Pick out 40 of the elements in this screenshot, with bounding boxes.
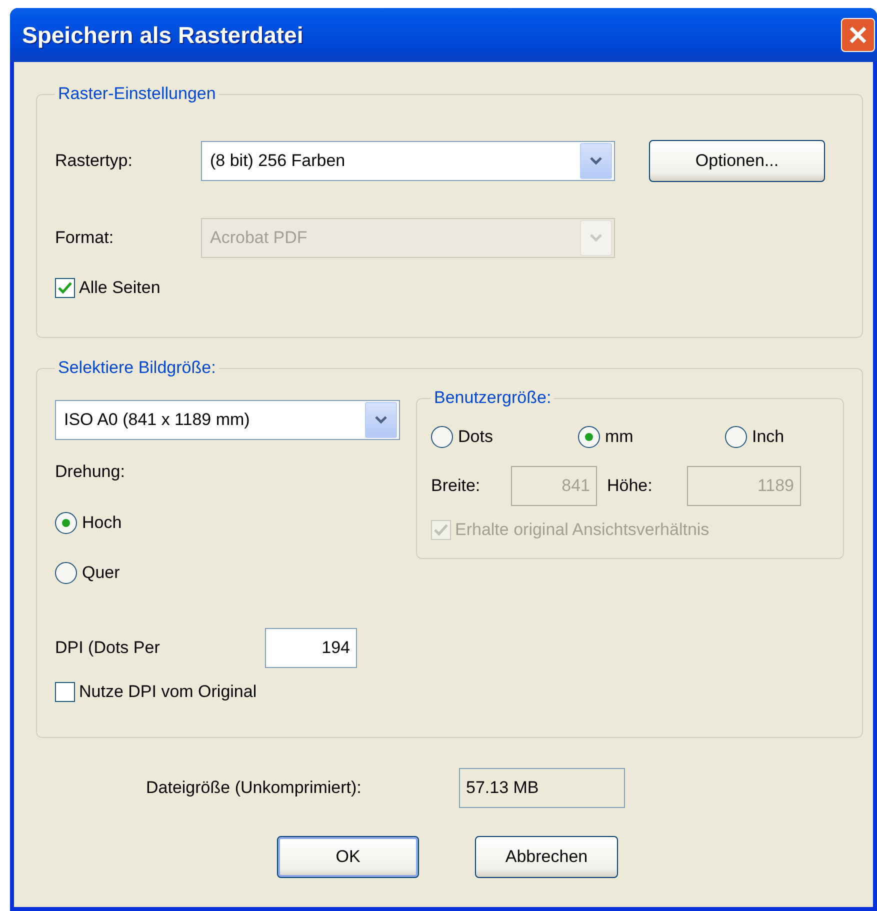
checkbox-label: Nutze DPI vom Original — [79, 682, 257, 702]
file-size-label: Dateigröße (Unkomprimiert): — [145, 778, 362, 798]
checkbox[interactable] — [55, 682, 75, 702]
radio-button[interactable] — [55, 562, 77, 584]
dropdown[interactable]: ISO A0 (841 x 1189 mm) — [55, 400, 400, 440]
field-label: Drehung: — [55, 462, 125, 482]
options-button[interactable]: Optionen... — [649, 140, 825, 182]
radio-label: Hoch — [82, 513, 122, 533]
radio-button[interactable] — [431, 426, 453, 448]
field-label: Höhe: — [606, 476, 654, 496]
dpi-input-field[interactable]: 194 — [265, 628, 357, 668]
close-icon — [848, 25, 868, 45]
dropdown[interactable]: (8 bit) 256 Farben — [201, 141, 615, 181]
group-legend: Benutzergröße: — [431, 388, 554, 408]
field-label: Breite: — [431, 476, 482, 496]
radio-button[interactable] — [725, 426, 747, 448]
caret-icon — [589, 233, 603, 243]
field-label: Format: — [55, 228, 115, 248]
dialog-button[interactable]: Abbrechen — [475, 836, 618, 878]
radio-label: Dots — [458, 427, 493, 447]
radio-label: Quer — [82, 563, 120, 583]
field-label: Rastertyp: — [55, 151, 134, 171]
radio-label: Inch — [752, 427, 784, 447]
group-legend: Raster-Einstellungen — [55, 84, 219, 104]
radio-button[interactable] — [55, 512, 77, 534]
checkmark-icon — [58, 282, 72, 294]
radio-label: mm — [605, 427, 634, 447]
group-legend: Selektiere Bildgröße: — [55, 358, 219, 378]
field-label: DPI (Dots Per — [55, 638, 161, 658]
file-size-field: 57.13 MB — [459, 768, 625, 808]
radio-button[interactable] — [578, 426, 600, 448]
checkbox-label: Erhalte original Ansichtsverhältnis — [455, 520, 710, 540]
close-button[interactable] — [841, 18, 875, 52]
checkbox[interactable] — [55, 278, 75, 298]
checkbox-label: Alle Seiten — [79, 278, 160, 298]
caret-icon — [589, 156, 603, 166]
window-title: Speichern als Rasterdatei — [22, 22, 304, 48]
caret-icon — [374, 415, 388, 425]
dialog-button[interactable]: OK — [277, 836, 419, 878]
checkmark-icon — [434, 524, 448, 536]
